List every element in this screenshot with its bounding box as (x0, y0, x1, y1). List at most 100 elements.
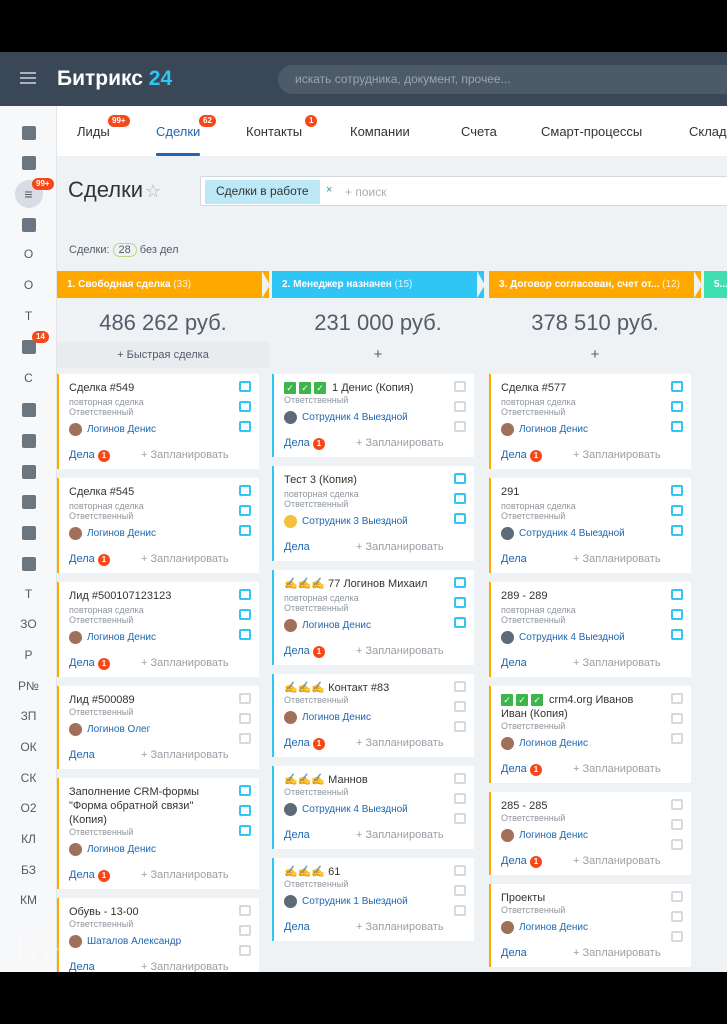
plan-link[interactable]: + Запланировать (356, 829, 444, 841)
deal-card[interactable]: Сделка #545 повторная сделка Ответственный… (57, 478, 259, 573)
deal-title[interactable]: Обувь - 13-00 (69, 905, 249, 919)
phone-icon[interactable] (671, 891, 683, 902)
rail-item-С[interactable]: С (0, 365, 57, 391)
deal-title[interactable]: 285 - 285 (501, 799, 681, 813)
chat-icon[interactable] (239, 825, 251, 836)
deal-card[interactable]: 285 - 285 Ответственный Логинов Денис Дела 1… (489, 792, 691, 875)
deal-title[interactable]: Тест 3 (Копия) (284, 473, 464, 487)
chat-icon[interactable] (454, 905, 466, 916)
phone-icon[interactable] (239, 785, 251, 796)
deal-title[interactable]: 289 - 289 (501, 589, 681, 603)
rail-item-Р№[interactable]: Р№ (0, 673, 57, 699)
rail-item-КМ[interactable]: КМ (0, 887, 57, 913)
phone-icon[interactable] (239, 589, 251, 600)
responsible-user[interactable]: Сотрудник 1 Выездной (284, 895, 464, 909)
filter-close-icon[interactable]: × (326, 184, 332, 196)
stage-header[interactable]: 1. Свободная сделка (33) (57, 271, 269, 298)
deal-title[interactable]: ✓ ✓ ✓ crm4.org Иванов Иван (Копия) (501, 693, 681, 721)
activities-link[interactable]: Дела 1 (69, 657, 111, 670)
deal-card[interactable]: 291 повторная сделка Ответственный Сотрудни… (489, 478, 691, 573)
plan-link[interactable]: + Запланировать (141, 749, 229, 761)
chat-icon[interactable] (239, 945, 251, 956)
quick-add-button[interactable]: + (272, 342, 484, 368)
mail-icon[interactable] (454, 401, 466, 412)
group-nav[interactable]: 14 (0, 331, 57, 359)
deal-title[interactable]: ✍✍✍ Контакт #83 (284, 681, 464, 695)
mail-icon[interactable] (454, 885, 466, 896)
chat-icon[interactable] (239, 525, 251, 536)
mail-icon[interactable] (671, 401, 683, 412)
stage-header[interactable]: 3. Договор согласован, счет от... (12) (489, 271, 701, 298)
plan-link[interactable]: + Запланировать (141, 657, 229, 669)
mail-icon[interactable] (671, 713, 683, 724)
rail-item-ЗП[interactable]: ЗП (0, 703, 57, 729)
deal-card[interactable]: Заполнение CRM-формы "Форма обратной свя… (57, 778, 259, 889)
deal-card[interactable]: 289 - 289 повторная сделка Ответственный Со… (489, 582, 691, 677)
activities-link[interactable]: Дела 1 (284, 437, 326, 450)
rail-item-Р[interactable]: Р (0, 642, 57, 668)
quick-add-button[interactable]: + Быстрая сделка (57, 342, 269, 368)
chat-icon[interactable] (239, 629, 251, 640)
mail-icon[interactable] (454, 493, 466, 504)
phone-icon[interactable] (671, 381, 683, 392)
mail-icon[interactable] (239, 401, 251, 412)
tab-3[interactable]: Компании (350, 124, 410, 139)
phone-icon[interactable] (671, 799, 683, 810)
plan-link[interactable]: + Запланировать (141, 869, 229, 881)
plan-link[interactable]: + Запланировать (573, 553, 661, 565)
phone-icon[interactable] (671, 485, 683, 496)
activities-link[interactable]: Дела 1 (501, 855, 543, 868)
activities-link[interactable]: Дела 1 (284, 645, 326, 658)
activities-link[interactable]: Дела 1 (501, 449, 543, 462)
plan-link[interactable]: + Запланировать (356, 737, 444, 749)
mail-icon[interactable] (239, 805, 251, 816)
logo[interactable]: Битрикс 24 (57, 67, 172, 91)
rail-item-О2[interactable]: О2 (0, 795, 57, 821)
tab-0[interactable]: Лиды 99+ (77, 115, 130, 139)
tab-2[interactable]: Контакты 1 (246, 115, 318, 139)
activities-link[interactable]: Дела (284, 829, 310, 841)
phone-icon[interactable] (239, 905, 251, 916)
tab-5[interactable]: Смарт-процессы (541, 124, 642, 139)
activities-link[interactable]: Дела 1 (501, 763, 543, 776)
mail-icon[interactable] (671, 819, 683, 830)
plan-link[interactable]: + Запланировать (573, 657, 661, 669)
chat-icon[interactable] (454, 813, 466, 824)
mail-icon[interactable] (239, 505, 251, 516)
rail-item-О[interactable]: О (0, 272, 57, 298)
phone-icon[interactable] (454, 773, 466, 784)
plan-link[interactable]: + Запланировать (141, 449, 229, 461)
phone-icon[interactable] (671, 693, 683, 704)
rail-item-КЛ[interactable]: КЛ (0, 826, 57, 852)
stage-header[interactable]: 2. Менеджер назначен (15) (272, 271, 484, 298)
plan-link[interactable]: + Запланировать (141, 553, 229, 565)
plan-link[interactable]: + Запланировать (573, 763, 661, 775)
responsible-user[interactable]: Логинов Денис (69, 631, 249, 645)
activities-link[interactable]: Дела (69, 749, 95, 761)
mail-icon[interactable] (239, 609, 251, 620)
video-nav[interactable] (0, 427, 57, 453)
filter-chip[interactable]: Сделки в работе (205, 180, 320, 204)
rail-item-Т[interactable]: Т (0, 581, 57, 607)
apps-nav[interactable] (0, 396, 57, 422)
cart-nav[interactable] (0, 550, 57, 576)
chat-icon[interactable] (671, 931, 683, 942)
deal-title[interactable]: Сделка #577 (501, 381, 681, 395)
deal-title[interactable]: Сделка #545 (69, 485, 249, 499)
phone-icon[interactable] (239, 485, 251, 496)
deal-card[interactable]: Сделка #577 повторная сделка Ответственный… (489, 374, 691, 469)
mail-icon[interactable] (454, 701, 466, 712)
chat-icon[interactable] (239, 733, 251, 744)
mail-icon[interactable] (239, 713, 251, 724)
responsible-user[interactable]: Сотрудник 4 Выездной (284, 803, 464, 817)
android-nav[interactable] (0, 149, 57, 175)
mail-icon[interactable] (671, 911, 683, 922)
plan-link[interactable]: + Запланировать (573, 947, 661, 959)
deal-title[interactable]: Лид #500089 (69, 693, 249, 707)
deal-card[interactable]: ✍✍✍ 77 Логинов Михаил повторная сделка Отв… (272, 570, 474, 665)
activities-link[interactable]: Дела 1 (69, 869, 111, 882)
deal-card[interactable]: ✓ ✓ ✓ 1 Денис (Копия) Ответственный Сотрудни… (272, 374, 474, 457)
deal-card[interactable]: Тест 3 (Копия) повторная сделка Ответствен… (272, 466, 474, 561)
deal-card[interactable]: ✍✍✍ 61 Ответственный Сотрудник 1 Выездной Д… (272, 858, 474, 941)
rail-item-БЗ[interactable]: БЗ (0, 857, 57, 883)
